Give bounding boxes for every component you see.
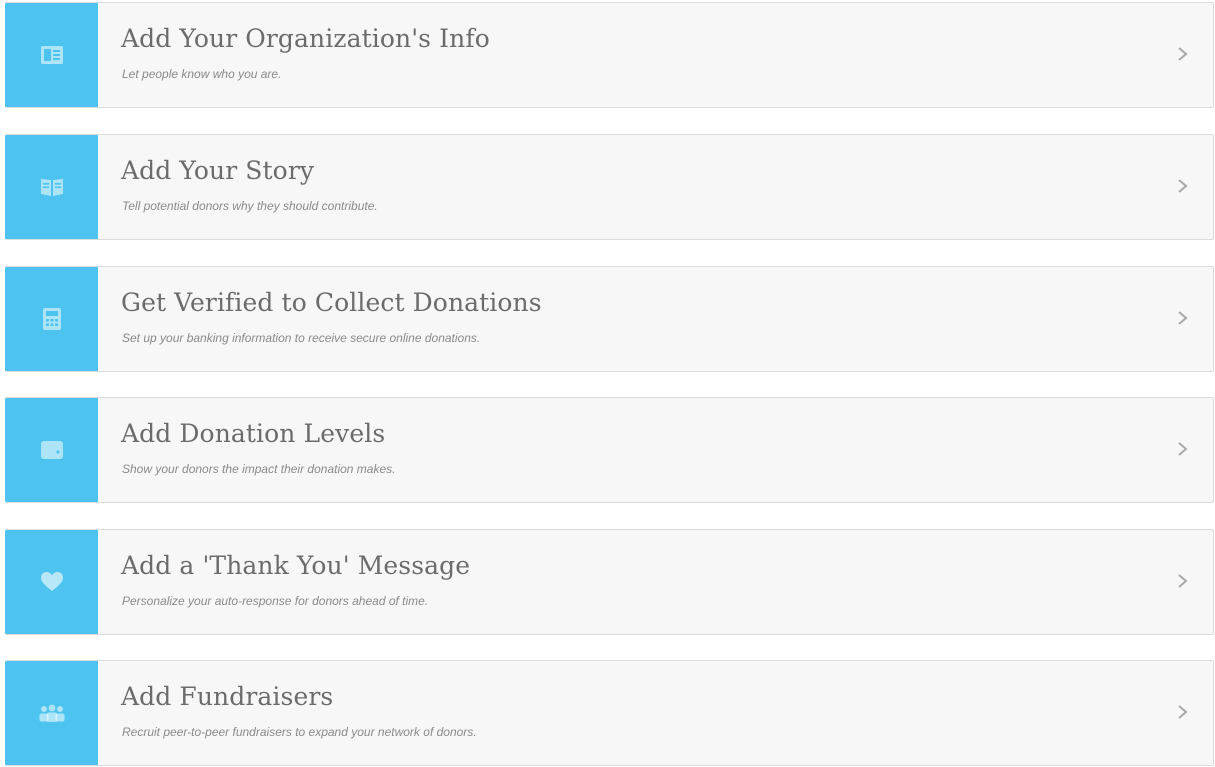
step-subtitle: Set up your banking information to recei… [122, 331, 481, 345]
open-book-icon [40, 177, 64, 197]
chevron-right-icon [1175, 438, 1191, 460]
chevron-right-icon [1175, 570, 1191, 592]
step-icon-box [5, 135, 98, 239]
step-get-verified[interactable]: Get Verified to Collect Donations Set up… [5, 266, 1214, 372]
step-icon-box [5, 267, 98, 371]
step-title: Get Verified to Collect Donations [121, 288, 542, 317]
calculator-icon [42, 308, 61, 330]
step-subtitle: Recruit peer-to-peer fundraisers to expa… [122, 725, 477, 739]
step-subtitle: Show your donors the impact their donati… [122, 462, 396, 476]
heart-icon [40, 572, 63, 592]
step-subtitle: Let people know who you are. [122, 67, 282, 81]
step-fundraisers[interactable]: Add Fundraisers Recruit peer-to-peer fun… [5, 660, 1214, 766]
step-subtitle: Personalize your auto-response for donor… [122, 594, 429, 608]
step-title: Add Fundraisers [121, 682, 334, 711]
step-title: Add Your Story [121, 156, 315, 185]
group-icon [39, 704, 65, 722]
step-story[interactable]: Add Your Story Tell potential donors why… [5, 134, 1214, 240]
step-subtitle: Tell potential donors why they should co… [122, 199, 378, 213]
wallet-icon [40, 440, 63, 460]
step-title: Add Your Organization's Info [121, 24, 490, 53]
id-card-icon [40, 46, 63, 64]
step-icon-box [5, 530, 98, 634]
step-icon-box [5, 661, 98, 765]
step-icon-box [5, 398, 98, 502]
step-title: Add Donation Levels [121, 419, 386, 448]
chevron-right-icon [1175, 307, 1191, 329]
step-thank-you-message[interactable]: Add a 'Thank You' Message Personalize yo… [5, 529, 1214, 635]
chevron-right-icon [1175, 43, 1191, 65]
chevron-right-icon [1175, 701, 1191, 723]
step-organization-info[interactable]: Add Your Organization's Info Let people … [5, 2, 1214, 108]
setup-steps-list: Add Your Organization's Info Let people … [0, 0, 1215, 767]
step-donation-levels[interactable]: Add Donation Levels Show your donors the… [5, 397, 1214, 503]
step-icon-box [5, 3, 98, 107]
chevron-right-icon [1175, 175, 1191, 197]
step-title: Add a 'Thank You' Message [121, 551, 471, 580]
